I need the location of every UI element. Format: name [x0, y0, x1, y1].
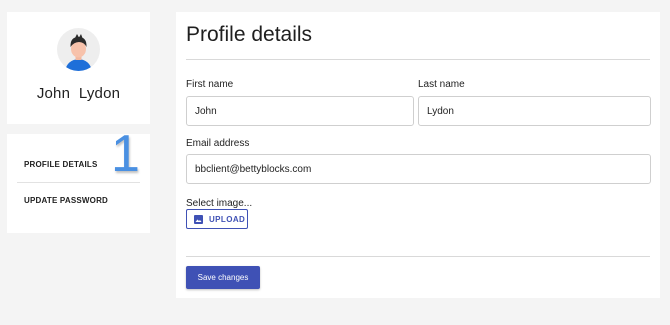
profile-details-form: Profile details First name Last name Ema… [176, 12, 660, 298]
email-label: Email address [186, 138, 250, 149]
person-avatar-icon [65, 34, 92, 71]
last-name-label: Last name [418, 79, 465, 90]
upload-button-label: UPLOAD [209, 214, 246, 224]
select-image-label: Select image... [186, 198, 253, 209]
title-divider [186, 59, 650, 60]
save-changes-button[interactable]: Save changes [186, 266, 260, 289]
profile-summary-card: John Lydon [7, 12, 150, 124]
last-name-field[interactable] [418, 96, 651, 126]
nav-item-update-password[interactable]: UPDATE PASSWORD [24, 196, 133, 205]
first-name-field[interactable] [186, 96, 414, 126]
profile-nav-menu: PROFILE DETAILS UPDATE PASSWORD 1 [7, 128, 150, 233]
image-icon [194, 214, 203, 224]
page-title: Profile details [186, 23, 313, 46]
user-display-name: John Lydon [36, 85, 121, 102]
step-number-annotation: 1 [111, 125, 140, 183]
avatar [57, 28, 100, 71]
upload-button[interactable]: UPLOAD [186, 209, 248, 229]
first-name-label: First name [186, 79, 234, 90]
email-field[interactable] [186, 154, 651, 184]
form-footer-divider [186, 256, 650, 257]
